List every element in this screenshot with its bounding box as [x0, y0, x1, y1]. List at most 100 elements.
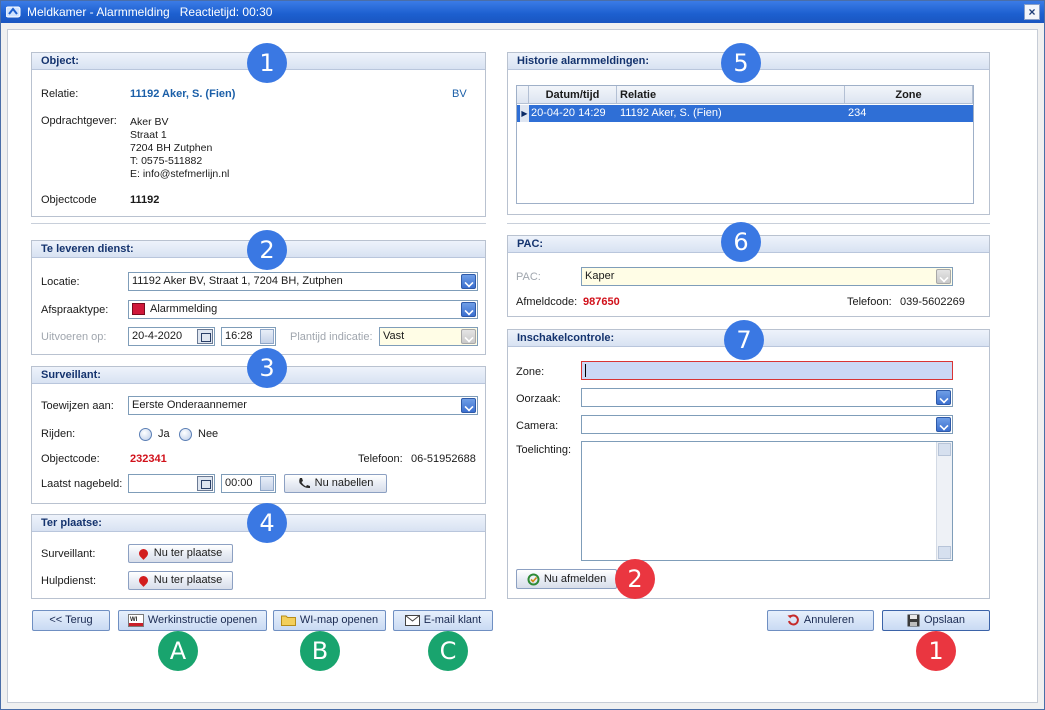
chevron-down-icon[interactable]	[936, 269, 951, 284]
surv-telefoon-label: Telefoon:	[358, 453, 403, 465]
zone-input[interactable]	[581, 361, 953, 380]
objectcode-value: 11192	[130, 194, 160, 206]
time-field[interactable]: 16:28	[221, 327, 276, 346]
scrollbar[interactable]	[936, 442, 952, 560]
afspraaktype-select[interactable]: Alarmmelding	[128, 300, 478, 319]
badge-5: 5	[721, 43, 761, 83]
laatst-label: Laatst nagebeld:	[41, 478, 123, 490]
spinner-icon[interactable]	[260, 329, 274, 344]
table-row[interactable]: ▶ 20-04-20 14:29 11192 Aker, S. (Fien) 2…	[517, 105, 973, 122]
chevron-down-icon[interactable]	[936, 390, 951, 405]
time-value: 16:28	[225, 330, 253, 342]
chevron-down-icon[interactable]	[461, 302, 476, 317]
badge-1: 1	[247, 43, 287, 83]
nabellen-label: Nu nabellen	[314, 477, 374, 489]
client-area: Object: Relatie: 11192 Aker, S. (Fien) B…	[7, 29, 1038, 703]
nee-label: Nee	[198, 428, 219, 440]
map-pin-icon	[136, 546, 150, 560]
afmelden-button[interactable]: Nu afmelden	[516, 569, 617, 589]
scroll-down-icon[interactable]	[938, 546, 951, 559]
opslaan-label: Opslaan	[924, 614, 965, 626]
divider	[31, 223, 486, 224]
svg-text:WI: WI	[130, 617, 138, 623]
col-relatie[interactable]: Relatie	[617, 86, 845, 104]
address-line: 7204 BH Zutphen	[130, 142, 213, 154]
radio-ja[interactable]	[139, 428, 152, 441]
hulpdienst-ter-plaatse-button[interactable]: Nu ter plaatse	[128, 571, 233, 590]
terug-button[interactable]: << Terug	[32, 610, 110, 631]
close-icon[interactable]: ×	[1024, 4, 1040, 20]
locatie-value: 11192 Aker BV, Straat 1, 7204 BH, Zutphe…	[132, 275, 343, 287]
date-value: 20-4-2020	[132, 330, 183, 342]
pac-select[interactable]: Kaper	[581, 267, 953, 286]
toelichting-label: Toelichting:	[516, 444, 572, 456]
toewijzen-select[interactable]: Eerste Onderaannemer	[128, 396, 478, 415]
wi-map-button[interactable]: WI-map openen	[273, 610, 386, 631]
locatie-label: Locatie:	[41, 276, 80, 288]
address-line: Straat 1	[130, 129, 167, 141]
werkinstructie-label: Werkinstructie openen	[147, 614, 258, 626]
calendar-icon[interactable]	[197, 329, 213, 344]
annuleren-button[interactable]: Annuleren	[767, 610, 874, 631]
calendar-icon[interactable]	[197, 476, 213, 491]
phone-icon	[298, 478, 310, 489]
surveillant-ter-plaatse-button[interactable]: Nu ter plaatse	[128, 544, 233, 563]
row-pointer-icon: ▶	[520, 105, 529, 122]
col-datum[interactable]: Datum/tijd	[529, 86, 617, 104]
wi-map-label: WI-map openen	[299, 614, 379, 626]
tp-surveillant-label: Surveillant:	[41, 548, 96, 560]
zone-label: Zone:	[516, 366, 545, 378]
opslaan-button[interactable]: Opslaan	[882, 610, 990, 631]
alarm-color-swatch	[132, 303, 145, 316]
badge-2: 2	[247, 230, 287, 270]
pac-value: Kaper	[585, 270, 615, 282]
relatie-tag: BV	[452, 88, 467, 100]
address-line: Aker BV	[130, 116, 169, 128]
historie-grid: Datum/tijd Relatie Zone ▶ 20-04-20 14:29…	[516, 85, 974, 204]
app-icon	[6, 6, 21, 18]
save-disk-icon	[907, 614, 920, 627]
werkinstructie-button[interactable]: WI Werkinstructie openen	[118, 610, 267, 631]
chevron-down-icon[interactable]	[461, 274, 476, 289]
badge-c: C	[428, 631, 468, 671]
email-label: E-mail klant	[423, 614, 482, 626]
chevron-down-icon[interactable]	[936, 417, 951, 432]
camera-select[interactable]	[581, 415, 953, 434]
objectcode-label: Objectcode	[41, 194, 97, 206]
spinner-icon[interactable]	[260, 476, 274, 491]
ter-plaatse-label: Nu ter plaatse	[153, 547, 223, 559]
chevron-down-icon[interactable]	[461, 329, 476, 344]
badge-red-2: 2	[615, 559, 655, 599]
badge-7: 7	[724, 320, 764, 360]
camera-label: Camera:	[516, 420, 559, 432]
date-field[interactable]: 20-4-2020	[128, 327, 215, 346]
response-time: Reactietijd: 00:30	[179, 5, 273, 19]
laatst-date-field[interactable]	[128, 474, 215, 493]
locatie-select[interactable]: 11192 Aker BV, Straat 1, 7204 BH, Zutphe…	[128, 272, 478, 291]
map-pin-icon	[136, 573, 150, 587]
plantijd-label: Plantijd indicatie:	[290, 331, 373, 343]
toelichting-textarea[interactable]	[581, 441, 953, 561]
folder-icon	[280, 615, 296, 627]
radio-nee[interactable]	[179, 428, 192, 441]
oorzaak-label: Oorzaak:	[516, 393, 561, 405]
surv-objectcode-label: Objectcode:	[41, 453, 100, 465]
plantijd-select[interactable]: Vast	[379, 327, 478, 346]
pac-telefoon-label: Telefoon:	[847, 296, 892, 308]
afmeldcode-label: Afmeldcode:	[516, 296, 578, 308]
surveillant-panel: Surveillant: Toewijzen aan: Eerste Onder…	[31, 366, 486, 504]
chevron-down-icon[interactable]	[461, 398, 476, 413]
oorzaak-select[interactable]	[581, 388, 953, 407]
refresh-check-icon	[527, 573, 540, 586]
cell-datum: 20-04-20 14:29	[531, 107, 606, 119]
email-button[interactable]: E-mail klant	[393, 610, 493, 631]
nabellen-button[interactable]: Nu nabellen	[284, 474, 387, 493]
inschakel-panel: Inschakelcontrole: Zone: Oorzaak: Camera…	[507, 329, 990, 599]
col-zone[interactable]: Zone	[845, 86, 973, 104]
afmelden-label: Nu afmelden	[543, 573, 607, 585]
laatst-time-field[interactable]: 00:00	[221, 474, 276, 493]
relatie-label: Relatie:	[41, 88, 79, 100]
address-line: T: 0575-511882	[130, 155, 203, 167]
tp-hulpdienst-label: Hulpdienst:	[41, 575, 97, 587]
scroll-up-icon[interactable]	[938, 443, 951, 456]
